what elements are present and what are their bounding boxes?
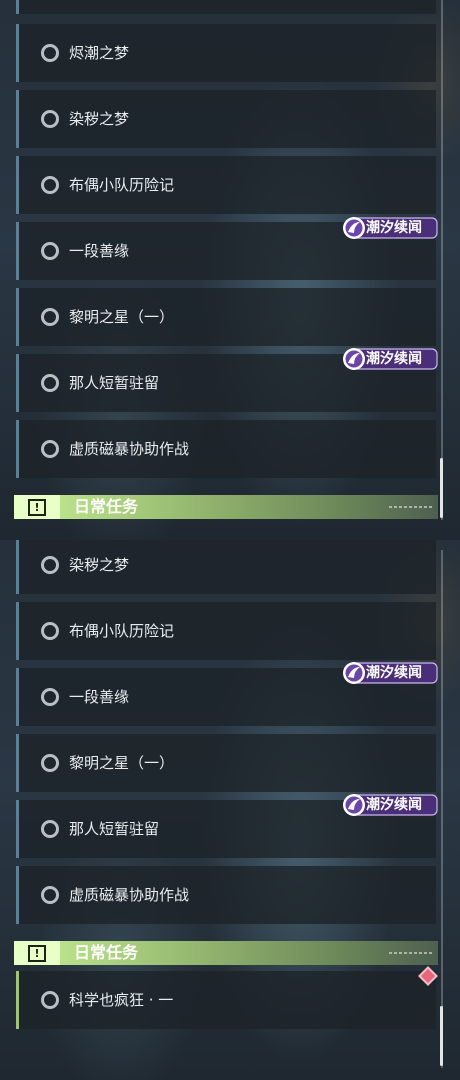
quest-row[interactable]: 虚质磁暴协助作战 [16, 866, 436, 924]
quest-label: 染秽之梦 [69, 110, 130, 128]
quest-row[interactable]: 黎明之星（一） [16, 288, 436, 346]
section-header-daily[interactable]: ! 日常任务 [14, 941, 438, 965]
quest-row[interactable]: 布偶小队历险记 [16, 156, 436, 214]
empty-circle-icon [41, 556, 59, 574]
scrollbar-track[interactable] [441, 0, 443, 520]
empty-circle-icon [41, 44, 59, 62]
tide-story-badge: 潮汐续闻 [340, 793, 438, 817]
quest-label: 那人短暂驻留 [69, 820, 160, 838]
empty-circle-icon [41, 440, 59, 458]
tide-story-badge: 潮汐续闻 [340, 347, 438, 371]
quest-label: 黎明之星（一） [69, 754, 175, 772]
section-title: 日常任务 [74, 497, 139, 516]
empty-circle-icon [41, 110, 59, 128]
quest-row[interactable]: 染秽之梦 [16, 540, 436, 594]
scrollbar-thumb[interactable] [440, 458, 443, 518]
badge-label: 潮汐续闻 [366, 797, 422, 813]
quest-label: 那人短暂驻留 [69, 374, 160, 392]
quest-label: 一段善缘 [69, 242, 130, 260]
quest-label: 黎明之星（一） [69, 308, 175, 326]
partial-row [16, 0, 436, 14]
badge-label: 潮汐续闻 [366, 351, 422, 367]
quest-row[interactable]: 烬潮之梦 [16, 24, 436, 82]
quest-label: 布偶小队历险记 [69, 622, 175, 640]
quest-row[interactable]: 虚质磁暴协助作战 [16, 420, 436, 478]
quest-list-panel-bottom: 染秽之梦 布偶小队历险记 一段善缘 黎明之星（一） 那人短暂驻留 虚质磁暴协助作… [0, 540, 460, 1080]
quest-list-panel-top: 烬潮之梦 染秽之梦 布偶小队历险记 一段善缘 黎明之星（一） 那人短暂驻留 虚质… [0, 0, 460, 540]
quest-row[interactable]: 布偶小队历险记 [16, 602, 436, 660]
scrollbar-thumb[interactable] [440, 1006, 443, 1066]
quest-row[interactable]: 黎明之星（一） [16, 734, 436, 792]
quest-label: 虚质磁暴协助作战 [69, 440, 190, 458]
empty-circle-icon [41, 754, 59, 772]
empty-circle-icon [41, 308, 59, 326]
header-decoration [389, 506, 433, 508]
tide-story-badge: 潮汐续闻 [340, 661, 438, 685]
scrollbar-track[interactable] [441, 550, 443, 1068]
daily-quest-row[interactable]: 科学也疯狂 · 一 [16, 971, 436, 1029]
empty-circle-icon [41, 820, 59, 838]
tide-story-badge: 潮汐续闻 [340, 216, 438, 240]
quest-label: 染秽之梦 [69, 556, 130, 574]
empty-circle-icon [41, 622, 59, 640]
section-header-daily[interactable]: ! 日常任务 [14, 495, 438, 519]
empty-circle-icon [41, 886, 59, 904]
empty-circle-icon [41, 688, 59, 706]
empty-circle-icon [41, 176, 59, 194]
badge-label: 潮汐续闻 [366, 220, 422, 236]
empty-circle-icon [41, 374, 59, 392]
quest-label: 科学也疯狂 · 一 [69, 991, 174, 1009]
quest-label: 布偶小队历险记 [69, 176, 175, 194]
header-decoration [389, 952, 433, 954]
quest-label: 一段善缘 [69, 688, 130, 706]
exclamation-box-icon: ! [14, 941, 60, 965]
quest-label: 烬潮之梦 [69, 44, 130, 62]
section-title: 日常任务 [74, 943, 139, 962]
empty-circle-icon [41, 242, 59, 260]
badge-label: 潮汐续闻 [366, 665, 422, 681]
quest-row[interactable]: 染秽之梦 [16, 90, 436, 148]
exclamation-box-icon: ! [14, 495, 60, 519]
empty-circle-icon [41, 991, 59, 1009]
quest-label: 虚质磁暴协助作战 [69, 886, 190, 904]
